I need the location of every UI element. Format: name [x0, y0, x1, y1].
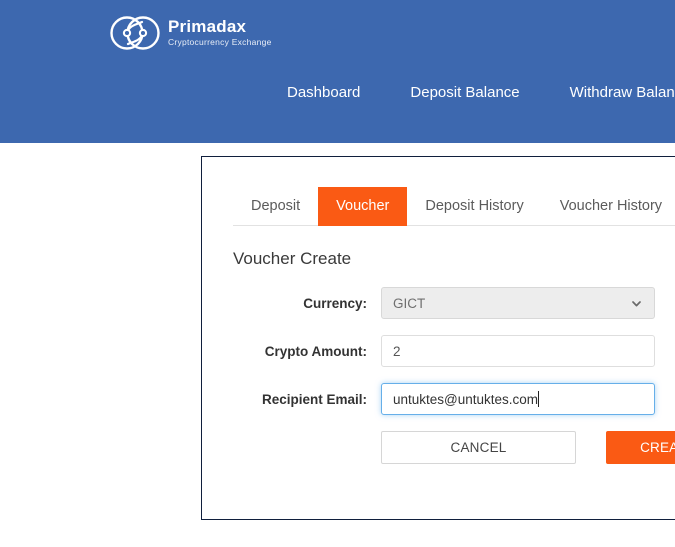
interlocking-circles-logo-icon [110, 16, 160, 50]
brand-name: Primadax [168, 16, 247, 36]
recipient-email-label: Recipient Email: [261, 391, 367, 407]
currency-select[interactable]: GICT [381, 287, 655, 319]
main-navigation: Dashboard Deposit Balance Withdraw Balan… [287, 78, 675, 107]
tab-bar: Deposit Voucher Deposit History Voucher … [233, 187, 675, 226]
brand-logo[interactable]: Primadax Cryptocurrency Exchange [108, 8, 272, 58]
form-row-actions: CANCEL CREATE VOUCHER [233, 430, 675, 464]
nav-item-deposit-balance[interactable]: Deposit Balance [410, 78, 519, 107]
currency-select-value: GICT [393, 295, 426, 311]
cancel-button[interactable]: CANCEL [381, 430, 576, 464]
recipient-email-input[interactable] [381, 383, 655, 415]
site-header: Primadax Cryptocurrency Exchange Dashboa… [0, 0, 675, 143]
tab-deposit-history[interactable]: Deposit History [407, 187, 541, 225]
form-row-crypto-amount: Crypto Amount: [233, 335, 655, 367]
create-voucher-button[interactable]: CREATE VOUCHER [606, 430, 675, 464]
currency-control: GICT [381, 287, 655, 319]
brand-tagline: Cryptocurrency Exchange [168, 36, 272, 47]
crypto-amount-input[interactable] [381, 335, 655, 367]
currency-label: Currency: [303, 295, 367, 311]
crypto-amount-control [381, 335, 655, 367]
nav-item-withdraw-balance[interactable]: Withdraw Balance [570, 78, 675, 107]
recipient-email-control [381, 383, 655, 415]
form-title: Voucher Create [233, 249, 352, 268]
actions-control: CANCEL CREATE VOUCHER [381, 430, 675, 464]
tab-deposit[interactable]: Deposit [233, 187, 318, 225]
nav-item-dashboard[interactable]: Dashboard [287, 78, 360, 107]
brand-text: Primadax Cryptocurrency Exchange [168, 18, 272, 49]
button-group: CANCEL CREATE VOUCHER [381, 430, 675, 464]
crypto-amount-label: Crypto Amount: [264, 343, 367, 359]
voucher-panel-card: Deposit Voucher Deposit History Voucher … [201, 156, 675, 520]
form-row-currency: Currency: GICT [233, 287, 655, 319]
chevron-down-icon [632, 300, 641, 306]
tab-voucher-history[interactable]: Voucher History [542, 187, 675, 225]
tab-voucher[interactable]: Voucher [318, 187, 408, 226]
form-row-recipient-email: Recipient Email: [233, 383, 655, 415]
